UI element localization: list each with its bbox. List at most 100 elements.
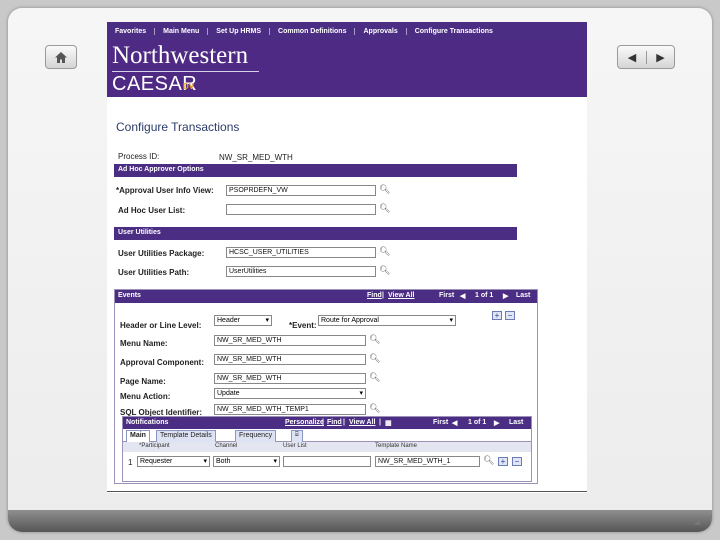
process-id-label: Process ID: [118, 152, 160, 161]
notifications-panel: Notifications Personalize | Find | View … [122, 416, 532, 482]
menu-main-menu[interactable]: Main Menu [154, 27, 207, 35]
events-header: Events Find | View All First ◀ 1 of 1 ▶ … [115, 290, 537, 303]
app-screen: Favorites Main Menu Set Up HRMS Common D… [107, 22, 587, 493]
notifications-next-icon[interactable]: ▶ [494, 419, 499, 427]
col-user-list: User List [283, 443, 307, 449]
next-arrow-icon[interactable]: ▶ [646, 50, 674, 64]
menu-setup-hrms[interactable]: Set Up HRMS [207, 27, 269, 35]
adhoc-user-list-input[interactable] [226, 204, 376, 215]
participant-select[interactable]: Requester [137, 456, 210, 467]
notifications-find-link[interactable]: Find [327, 419, 342, 426]
menu-action-select[interactable]: Update [214, 388, 366, 399]
events-row-count: 1 of 1 [475, 292, 494, 299]
event-label: *Event: [289, 321, 317, 330]
tab-template-details[interactable]: Template Details [156, 430, 216, 442]
page-name-label: Page Name: [120, 377, 166, 386]
tab-frequency[interactable]: Frequency [235, 430, 277, 442]
show-all-columns-icon[interactable]: ⌸ [291, 430, 303, 442]
logo-divider [112, 71, 259, 72]
lookup-icon[interactable]: 🔍︎ [379, 265, 390, 276]
lookup-icon[interactable]: 🔍︎ [369, 403, 380, 414]
notifications-first-link[interactable]: First [433, 419, 448, 426]
add-row-icon[interactable]: + [498, 457, 508, 466]
notifications-tabs: Main Template Details Frequency ⌸ [123, 429, 531, 442]
page-name-input[interactable]: NW_SR_MED_WTH [214, 373, 366, 384]
home-button[interactable] [45, 45, 77, 69]
channel-select[interactable]: Both [213, 456, 280, 467]
event-select[interactable]: Route for Approval [318, 315, 456, 326]
events-last-link[interactable]: Last [516, 292, 530, 299]
link-divider: | [382, 292, 384, 299]
slide-nav: ◀ ▶ [617, 45, 675, 69]
utilities-section-header: User Utilities [114, 227, 517, 240]
utilities-package-label: User Utilities Package: [118, 249, 205, 258]
level-label: Header or Line Level: [120, 321, 202, 330]
home-icon [55, 51, 67, 63]
notifications-title: Notifications [126, 419, 169, 426]
menu-name-input[interactable]: NW_SR_MED_WTH [214, 335, 366, 346]
utilities-path-input[interactable]: UserUtilities [226, 266, 376, 277]
notifications-last-link[interactable]: Last [509, 419, 523, 426]
menu-configure-transactions[interactable]: Configure Transactions [405, 27, 501, 35]
link-divider: | [322, 419, 324, 426]
delete-row-icon[interactable]: − [505, 311, 515, 320]
page-curl-icon: ◢ [693, 517, 700, 526]
events-panel: Events Find | View All First ◀ 1 of 1 ▶ … [114, 289, 538, 484]
prev-arrow-icon[interactable]: ◀ [618, 51, 646, 64]
col-channel: Channel [215, 443, 238, 449]
col-template-name: Template Name [375, 443, 418, 449]
template-name-input[interactable]: NW_SR_MED_WTH_1 [375, 456, 480, 467]
notifications-row-count: 1 of 1 [468, 419, 487, 426]
approval-user-info-view-input[interactable]: PSOPRDEFN_VW [226, 185, 376, 196]
menu-common-definitions[interactable]: Common Definitions [269, 27, 354, 35]
events-find-link[interactable]: Find [367, 292, 382, 299]
notifications-prev-icon[interactable]: ◀ [452, 419, 457, 427]
events-next-icon[interactable]: ▶ [503, 292, 508, 300]
notifications-view-all-link[interactable]: View All [349, 419, 375, 426]
notifications-header: Notifications Personalize | Find | View … [123, 417, 531, 429]
link-divider: | [379, 419, 381, 426]
row-number: 1 [128, 458, 133, 467]
events-prev-icon[interactable]: ◀ [460, 292, 465, 300]
approval-user-info-view-label: *Approval User Info View: [116, 186, 214, 195]
link-divider: | [343, 419, 345, 426]
table-row: 1 Requester Both NW_SR_MED_WTH_1 🔍︎ + − [123, 452, 531, 474]
col-participant: *Participant [139, 443, 170, 449]
user-list-input[interactable] [283, 456, 371, 467]
events-first-link[interactable]: First [439, 292, 454, 299]
add-row-icon[interactable]: + [492, 311, 502, 320]
events-view-all-link[interactable]: View All [388, 292, 414, 299]
environment-badge: DV [183, 82, 195, 91]
lookup-icon[interactable]: 🔍︎ [379, 246, 390, 257]
personalize-link[interactable]: Personalize [285, 419, 324, 426]
menu-approvals[interactable]: Approvals [354, 27, 405, 35]
adhoc-section-header: Ad Hoc Approver Options [114, 164, 517, 177]
level-select[interactable]: Header [214, 315, 272, 326]
events-title: Events [118, 292, 141, 299]
menu-bar: Favorites Main Menu Set Up HRMS Common D… [107, 22, 587, 40]
utilities-path-label: User Utilities Path: [118, 268, 190, 277]
notifications-grid-header: *Participant Channel User List Template … [123, 442, 531, 452]
approval-component-input[interactable]: NW_SR_MED_WTH [214, 354, 366, 365]
lookup-icon[interactable]: 🔍︎ [369, 334, 380, 345]
adhoc-user-list-label: Ad Hoc User List: [118, 206, 186, 215]
utilities-package-input[interactable]: HCSC_USER_UTILITIES [226, 247, 376, 258]
lookup-icon[interactable]: 🔍︎ [379, 203, 390, 214]
slide-footer-shadow [8, 510, 712, 532]
zoom-grid-icon[interactable]: ▦ [385, 419, 392, 427]
approval-component-label: Approval Component: [120, 358, 204, 367]
lookup-icon[interactable]: 🔍︎ [369, 372, 380, 383]
menu-action-label: Menu Action: [120, 392, 171, 401]
lookup-icon[interactable]: 🔍︎ [379, 184, 390, 195]
lookup-icon[interactable]: 🔍︎ [483, 455, 494, 466]
process-id-value: NW_SR_MED_WTH [219, 153, 293, 162]
menu-name-label: Menu Name: [120, 339, 168, 348]
lookup-icon[interactable]: 🔍︎ [369, 353, 380, 364]
brand-banner: Northwestern CAESAR DV [107, 40, 587, 97]
tab-main[interactable]: Main [126, 430, 150, 442]
screen-bottom-rule [107, 491, 587, 492]
sql-object-input[interactable]: NW_SR_MED_WTH_TEMP1 [214, 404, 366, 415]
menu-favorites[interactable]: Favorites [107, 28, 154, 35]
delete-row-icon[interactable]: − [512, 457, 522, 466]
brand-logo-text: Northwestern [112, 42, 249, 69]
